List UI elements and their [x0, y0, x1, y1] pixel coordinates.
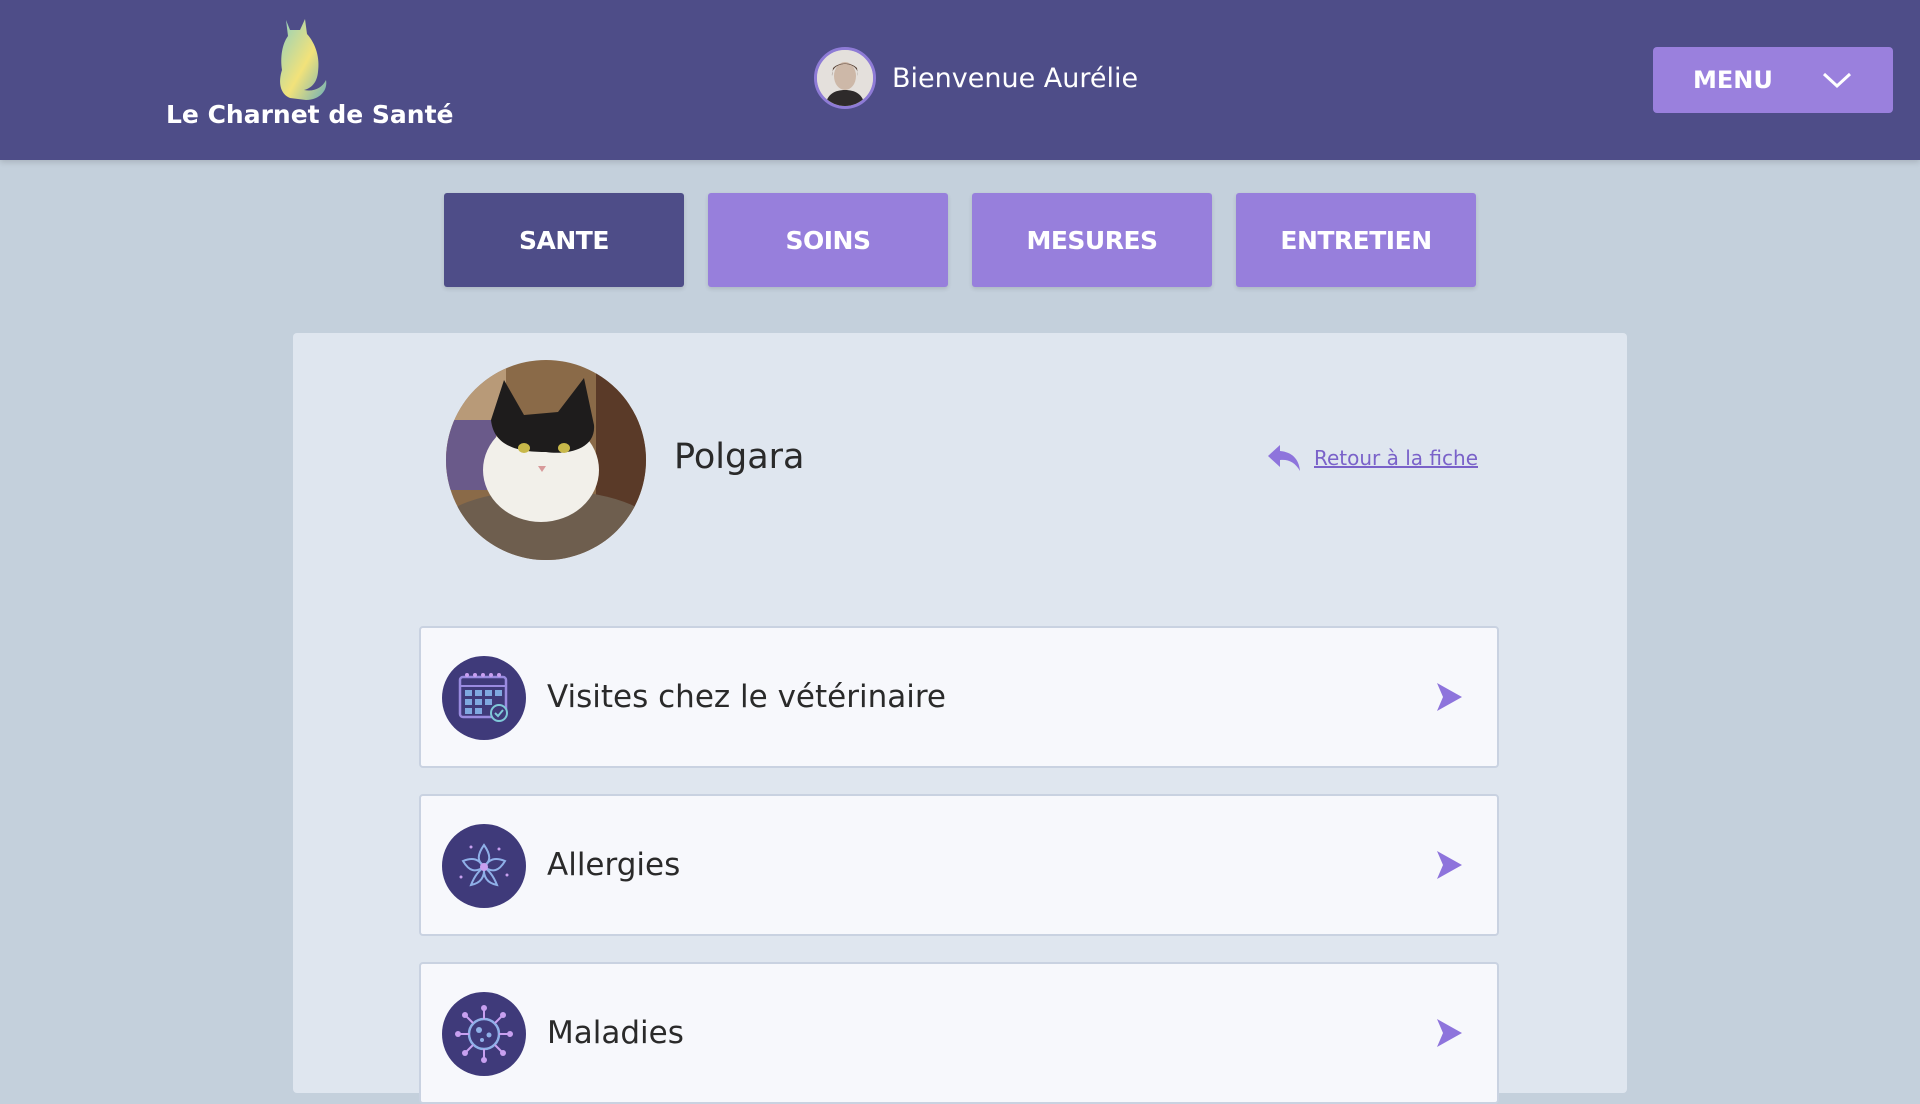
logo[interactable]: Le Charnet de Santé [166, 14, 454, 144]
chevron-right-icon [1437, 851, 1462, 879]
back-to-profile-link[interactable]: Retour à la fiche [1266, 443, 1478, 473]
user-photo-icon [817, 50, 873, 106]
back-arrow-icon [1268, 445, 1300, 471]
logo-text: Le Charnet de Santé [166, 100, 454, 129]
user-avatar[interactable] [814, 47, 876, 109]
chevron-right-icon [1437, 683, 1462, 711]
cat-photo-icon [446, 360, 646, 560]
cat-logo-icon [280, 19, 327, 100]
pet-photo [446, 360, 646, 560]
tab-entretien[interactable]: ENTRETIEN [1236, 193, 1476, 287]
list-item-diseases[interactable]: Maladies [419, 962, 1499, 1104]
category-tabs: SANTE SOINS MESURES ENTRETIEN [444, 193, 1476, 287]
menu-label: MENU [1693, 66, 1773, 94]
health-panel: Polgara Retour à la fiche Visites chez l… [293, 333, 1627, 1104]
list-item-label: Allergies [547, 847, 681, 883]
tab-mesures[interactable]: MESURES [972, 193, 1212, 287]
top-header: Le Charnet de Santé Bienvenue Aurélie ME… [0, 0, 1920, 160]
calendar-icon [442, 656, 526, 740]
welcome-block: Bienvenue Aurélie [814, 44, 1138, 112]
virus-icon [442, 992, 526, 1076]
list-item-label: Maladies [547, 1015, 684, 1051]
welcome-text: Bienvenue Aurélie [892, 62, 1139, 94]
chevron-right-icon [1437, 1019, 1462, 1047]
tab-sante[interactable]: SANTE [444, 193, 684, 287]
list-item-vet-visits[interactable]: Visites chez le vétérinaire [419, 626, 1499, 768]
pet-name: Polgara [674, 437, 805, 477]
chevron-down-icon [1822, 72, 1852, 89]
menu-button[interactable]: MENU [1653, 47, 1893, 113]
list-item-allergies[interactable]: Allergies [419, 794, 1499, 936]
back-link-text: Retour à la fiche [1314, 446, 1478, 470]
tab-soins[interactable]: SOINS [708, 193, 948, 287]
flower-icon [442, 824, 526, 908]
list-item-label: Visites chez le vétérinaire [547, 679, 946, 715]
